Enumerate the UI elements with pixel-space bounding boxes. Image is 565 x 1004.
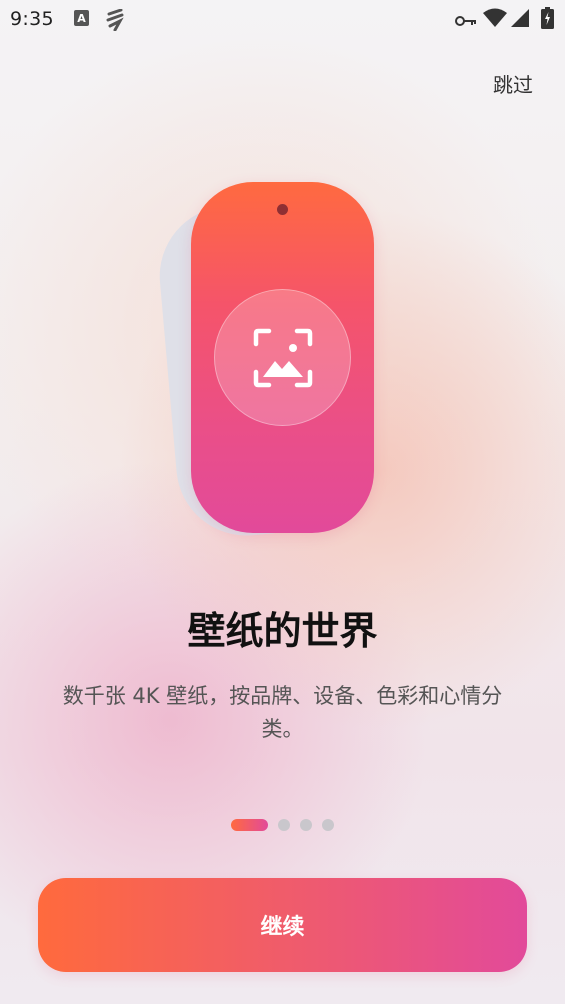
page-dot-active (231, 819, 268, 831)
text-a-icon: A (74, 9, 89, 31)
wallpaper-photo-icon (253, 328, 313, 388)
page-dot (322, 819, 334, 831)
wifi-icon (482, 8, 508, 32)
svg-text:A: A (77, 12, 86, 25)
page-description: 数千张 4K 壁纸，按品牌、设备、色彩和心情分类。 (62, 684, 503, 741)
page-title: 壁纸的世界 (187, 609, 378, 653)
icon-circle (214, 289, 351, 426)
skip-button[interactable]: 跳过 (493, 69, 533, 98)
card-dot (277, 204, 288, 215)
battery-icon (541, 7, 554, 33)
vpn-key-icon (455, 12, 477, 31)
page-dot (300, 819, 312, 831)
signal-icon (510, 8, 530, 32)
page-dot (278, 819, 290, 831)
status-time: 9:35 (10, 8, 54, 30)
status-bar: 9:35 A (0, 0, 565, 38)
continue-button[interactable]: 继续 (38, 878, 527, 972)
phone-card (191, 182, 374, 533)
flash-icon (106, 8, 124, 35)
wallpaper-illustration (153, 175, 390, 545)
